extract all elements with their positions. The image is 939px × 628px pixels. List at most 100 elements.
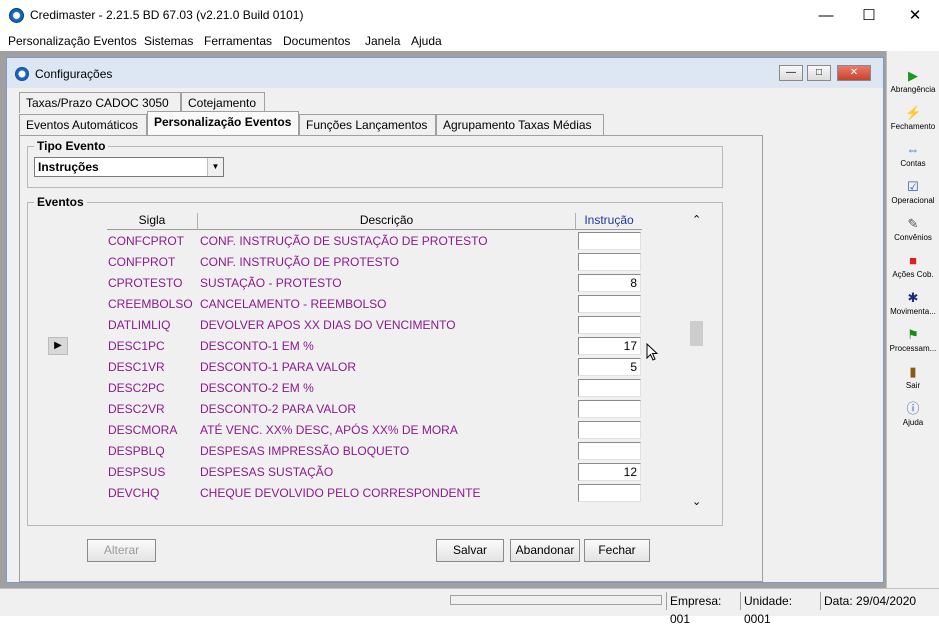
instrucao-input[interactable] (578, 421, 641, 439)
tab-cotejamento[interactable]: Cotejamento (181, 92, 265, 113)
toolbar-label: Operacional (891, 196, 935, 205)
instrucao-input[interactable] (578, 379, 641, 397)
fechar-button[interactable]: Fechar (584, 539, 650, 562)
table-row[interactable]: DESC2VR DESCONTO-2 PARA VALOR (28, 399, 648, 420)
cell-descricao: ATÉ VENC. XX% DESC, APÓS XX% DE MORA (200, 423, 458, 437)
alterar-button[interactable]: Alterar (87, 539, 156, 562)
eventos-label: Eventos (34, 195, 87, 209)
toolbar-acoes-cob-button[interactable]: ■ Ações Cob. (888, 250, 938, 287)
column-header-instrucao[interactable]: Instrução (576, 213, 642, 230)
tab-funcoes-lancamentos[interactable]: Funções Lançamentos (299, 114, 436, 135)
chevron-down-icon[interactable]: ⌄ (692, 495, 701, 508)
column-header-descricao[interactable]: Descrição (198, 213, 576, 230)
tipo-evento-select[interactable]: Instruções ▼ (34, 157, 224, 177)
right-toolbar: ▶ Abrangência ⚡ Fechamento ⇔ Contas ☑ Op… (886, 51, 939, 588)
cell-descricao: DEVOLVER APOS XX DIAS DO VENCIMENTO (200, 318, 456, 332)
table-row[interactable]: DESC1VR DESCONTO-1 PARA VALOR 5 (28, 357, 648, 378)
toolbar-convenios-button[interactable]: ✎ Convênios (888, 213, 938, 250)
instrucao-input[interactable] (578, 253, 641, 271)
toolbar-ajuda-button[interactable]: ⓘ Ajuda (888, 398, 938, 435)
toolbar-abrangencia-button[interactable]: ▶ Abrangência (888, 65, 938, 102)
table-row[interactable]: DESPBLQ DESPESAS IMPRESSÃO BLOQUETO (28, 441, 648, 462)
scrollbar-thumb[interactable] (690, 321, 703, 346)
cell-descricao: DESCONTO-1 PARA VALOR (200, 360, 357, 374)
table-row[interactable]: CONFPROT CONF. INSTRUÇÃO DE PROTESTO (28, 252, 648, 273)
lightning-icon: ⚡ (905, 105, 922, 120)
menu-ferramentas[interactable]: Ferramentas (204, 34, 272, 48)
tab-eventos-automaticos[interactable]: Eventos Automáticos (19, 114, 147, 135)
abandonar-button[interactable]: Abandonar (510, 539, 580, 562)
instrucao-input[interactable] (578, 442, 641, 460)
table-row[interactable]: DESCMORA ATÉ VENC. XX% DESC, APÓS XX% DE … (28, 420, 648, 441)
tipo-evento-label: Tipo Evento (34, 139, 109, 153)
toolbar-operacional-button[interactable]: ☑ Operacional (888, 176, 938, 213)
toolbar-label: Contas (900, 159, 926, 168)
menu-personalizacao-eventos[interactable]: Personalização Eventos (8, 34, 137, 48)
instrucao-input[interactable] (578, 316, 641, 334)
child-window-title: Configurações (35, 67, 113, 81)
menu-documentos[interactable]: Documentos (283, 34, 350, 48)
cell-descricao: CONF. INSTRUÇÃO DE SUSTAÇÃO DE PROTESTO (200, 234, 488, 248)
toolbar-label: Abrangência (890, 85, 936, 94)
toolbar-processam-button[interactable]: ⚑ Processam... (888, 324, 938, 361)
toolbar-fechamento-button[interactable]: ⚡ Fechamento (888, 102, 938, 139)
runner-icon: ✱ (907, 290, 919, 305)
stop-icon: ■ (909, 253, 917, 268)
tab-personalizacao-eventos[interactable]: Personalização Eventos (147, 111, 299, 135)
toolbar-sair-button[interactable]: ▮ Sair (888, 361, 938, 398)
cell-sigla: DESCMORA (108, 423, 178, 437)
tab-agrupamento-taxas-medias[interactable]: Agrupamento Taxas Médias (436, 114, 604, 135)
window-title: Credimaster - 2.21.5 BD 67.03 (v2.21.0 B… (30, 8, 304, 22)
minimize-button[interactable]: — (803, 0, 849, 31)
instrucao-input[interactable] (578, 232, 641, 250)
cell-descricao: CONF. INSTRUÇÃO DE PROTESTO (200, 255, 400, 269)
instrucao-input[interactable] (578, 484, 641, 502)
table-row[interactable]: ▶ DESC1PC DESCONTO-1 EM % 17 (28, 336, 648, 357)
child-close-button[interactable]: ✕ (837, 65, 871, 81)
tipo-evento-value: Instruções (38, 160, 99, 174)
table-row[interactable]: DESC2PC DESCONTO-2 EM % (28, 378, 648, 399)
menu-bar: Personalização Eventos Sistemas Ferramen… (0, 31, 939, 51)
toolbar-contas-button[interactable]: ⇔ Contas (888, 139, 938, 176)
instrucao-input[interactable] (578, 400, 641, 418)
child-minimize-button[interactable]: — (779, 65, 803, 81)
chevron-up-icon[interactable]: ⌃ (692, 213, 701, 226)
cell-sigla: DATLIMLIQ (108, 318, 171, 332)
child-title-bar: Configurações — □ ✕ (7, 58, 883, 88)
tab-taxas-prazo-cadoc[interactable]: Taxas/Prazo CADOC 3050 (19, 92, 181, 113)
cell-descricao: DESCONTO-2 EM % (200, 381, 314, 395)
chevron-down-icon[interactable]: ▼ (207, 158, 223, 176)
status-data: Data: 29/04/2020 (820, 592, 930, 610)
instrucao-input[interactable] (578, 295, 641, 313)
instrucao-input[interactable]: 12 (578, 463, 641, 481)
table-row[interactable]: CREEMBOLSO CANCELAMENTO - REEMBOLSO (28, 294, 648, 315)
toolbar-movimenta-button[interactable]: ✱ Movimenta... (888, 287, 938, 324)
cell-sigla: DESC1VR (108, 360, 165, 374)
play-icon: ▶ (908, 68, 918, 83)
cell-descricao: CANCELAMENTO - REEMBOLSO (200, 297, 387, 311)
app-logo-icon (15, 67, 29, 81)
table-row[interactable]: DEVCHQ CHEQUE DEVOLVIDO PELO CORRESPONDEN… (28, 483, 648, 504)
child-restore-button[interactable]: □ (807, 65, 831, 81)
instrucao-input[interactable]: 17 (578, 337, 641, 355)
instrucao-input[interactable]: 8 (578, 274, 641, 292)
flag-icon: ⚑ (907, 327, 919, 342)
title-bar: Credimaster - 2.21.5 BD 67.03 (v2.21.0 B… (0, 0, 939, 31)
current-row-indicator-icon: ▶ (48, 337, 68, 355)
vertical-scrollbar[interactable]: ⌃ ⌄ (688, 213, 708, 513)
toolbar-label: Sair (905, 381, 921, 390)
status-empresa: Empresa: 001 (666, 592, 740, 626)
table-row[interactable]: DATLIMLIQ DEVOLVER APOS XX DIAS DO VENCIM… (28, 315, 648, 336)
toolbar-label: Ações Cob. (892, 270, 934, 279)
salvar-button[interactable]: Salvar (436, 539, 504, 562)
menu-ajuda[interactable]: Ajuda (411, 34, 442, 48)
column-header-sigla[interactable]: Sigla (107, 213, 198, 230)
table-row[interactable]: DESPSUS DESPESAS SUSTAÇÃO 12 (28, 462, 648, 483)
menu-janela[interactable]: Janela (365, 34, 400, 48)
close-button[interactable]: ✕ (892, 0, 938, 31)
maximize-button[interactable]: ☐ (846, 0, 892, 31)
table-row[interactable]: CPROTESTO SUSTAÇÃO - PROTESTO 8 (28, 273, 648, 294)
menu-sistemas[interactable]: Sistemas (144, 34, 193, 48)
instrucao-input[interactable]: 5 (578, 358, 641, 376)
table-row[interactable]: CONFCPROT CONF. INSTRUÇÃO DE SUSTAÇÃO DE … (28, 231, 648, 252)
